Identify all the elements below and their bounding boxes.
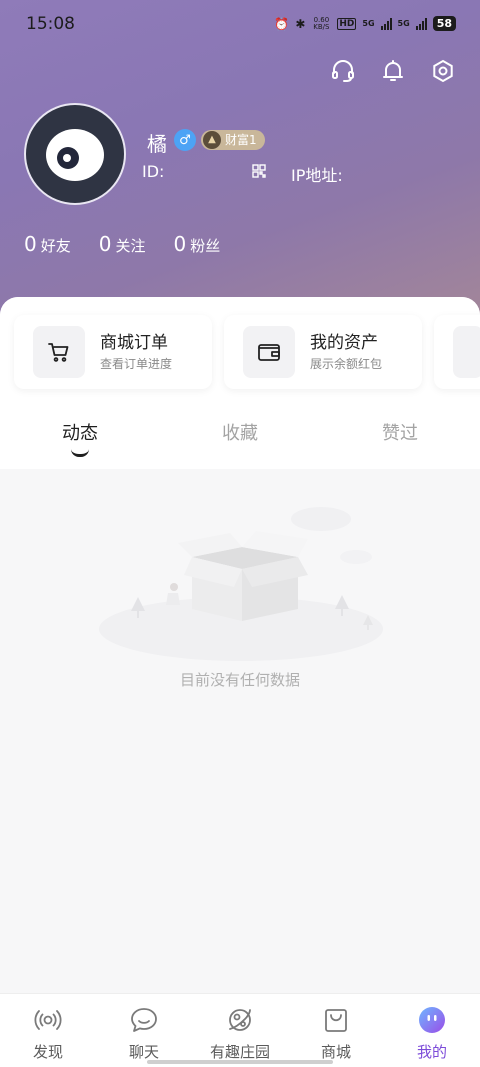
nav-mall-label: 商城: [320, 1043, 351, 1061]
headset-icon[interactable]: [330, 58, 356, 84]
status-time: 15:08: [26, 14, 75, 34]
network-speed: 0.60 KB/S: [311, 16, 331, 31]
profile-face-icon: [417, 1005, 447, 1035]
stat-following-label: 关注: [115, 237, 146, 255]
shop-orders-subtitle: 查看订单进度: [100, 357, 173, 371]
sim2-label: 5G: [397, 19, 410, 28]
alarm-icon: ⏰: [274, 16, 290, 31]
ip-address-label: IP地址:: [291, 166, 343, 185]
bluetooth-icon: ✱: [295, 16, 306, 31]
header-actions: [330, 58, 456, 84]
stat-fans-label: 粉丝: [190, 237, 221, 255]
nav-discover-label: 发现: [32, 1043, 63, 1061]
nav-mall[interactable]: 商城: [288, 994, 384, 1067]
shop-orders-title: 商城订单: [100, 333, 168, 353]
signal-1-icon: [380, 17, 392, 30]
empty-state-text: 目前没有任何数据: [179, 671, 300, 689]
nav-mine-label: 我的: [416, 1043, 447, 1061]
stat-friends[interactable]: 0 好友: [24, 232, 71, 256]
battery-indicator: 58: [432, 16, 456, 31]
content-card: 商城订单 查看订单进度 我的资产 展示余额红包 动态 收藏 赞过 目前没有任何数…: [0, 297, 480, 997]
stat-fans[interactable]: 0 粉丝: [174, 232, 221, 256]
bottom-navigation: 发现 聊天 有趣庄园 商城 我的: [0, 993, 480, 1067]
stat-friends-count: 0: [24, 232, 37, 256]
gender-male-icon: ♂: [174, 129, 196, 151]
broadcast-icon: [33, 1005, 63, 1035]
tab-favorites[interactable]: 收藏: [160, 419, 320, 445]
nav-fun-garden[interactable]: 有趣庄园: [192, 994, 288, 1067]
wealth-level-label: 财富1: [225, 133, 257, 147]
status-bar: 15:08 ⏰ ✱ 0.60 KB/S HD 5G 5G 58: [0, 0, 480, 48]
nav-mine[interactable]: 我的: [384, 994, 480, 1067]
wallet-icon: [243, 326, 295, 378]
empty-box-illustration: [96, 497, 386, 667]
settings-icon[interactable]: [430, 58, 456, 84]
home-indicator: [147, 1060, 333, 1064]
signal-2-icon: [415, 17, 427, 30]
planet-icon: [225, 1005, 255, 1035]
my-assets-title: 我的资产: [310, 333, 378, 353]
nav-chat-label: 聊天: [128, 1043, 159, 1061]
nav-fun-garden-label: 有趣庄园: [209, 1043, 270, 1061]
hd-icon: HD: [337, 17, 357, 30]
shortcut-partial-icon: [453, 326, 480, 378]
chat-bubble-icon: [129, 1005, 159, 1035]
user-id-label: ID:: [142, 162, 165, 181]
net-speed-unit: KB/S: [313, 22, 330, 31]
stat-friends-label: 好友: [40, 237, 71, 255]
username: 橘: [147, 132, 167, 156]
stat-following[interactable]: 0 关注: [99, 232, 146, 256]
stat-fans-count: 0: [173, 232, 187, 256]
nav-discover[interactable]: 发现: [0, 994, 96, 1067]
tab-liked[interactable]: 赞过: [320, 419, 480, 445]
wealth-level-badge[interactable]: ▲ 财富1: [201, 130, 265, 150]
cart-icon: [33, 326, 85, 378]
nav-chat[interactable]: 聊天: [96, 994, 192, 1067]
sim1-label: 5G: [362, 19, 375, 28]
bell-icon[interactable]: [380, 58, 406, 84]
my-assets-shortcut[interactable]: 我的资产 展示余额红包: [224, 315, 422, 389]
shortcut-row: 商城订单 查看订单进度 我的资产 展示余额红包: [14, 315, 480, 389]
wealth-rank-icon: ▲: [203, 131, 221, 149]
stat-following-count: 0: [98, 232, 112, 256]
social-stats: 0 好友 0 关注 0 粉丝: [24, 232, 220, 256]
more-shortcut-partial[interactable]: [434, 315, 480, 389]
qr-code-icon[interactable]: [252, 163, 266, 178]
avatar[interactable]: [24, 103, 126, 205]
tab-moments[interactable]: 动态: [0, 419, 160, 445]
avatar-glint: [63, 154, 71, 162]
shopping-bag-icon: [321, 1005, 351, 1035]
shop-orders-shortcut[interactable]: 商城订单 查看订单进度: [14, 315, 212, 389]
my-assets-subtitle: 展示余额红包: [310, 357, 383, 371]
